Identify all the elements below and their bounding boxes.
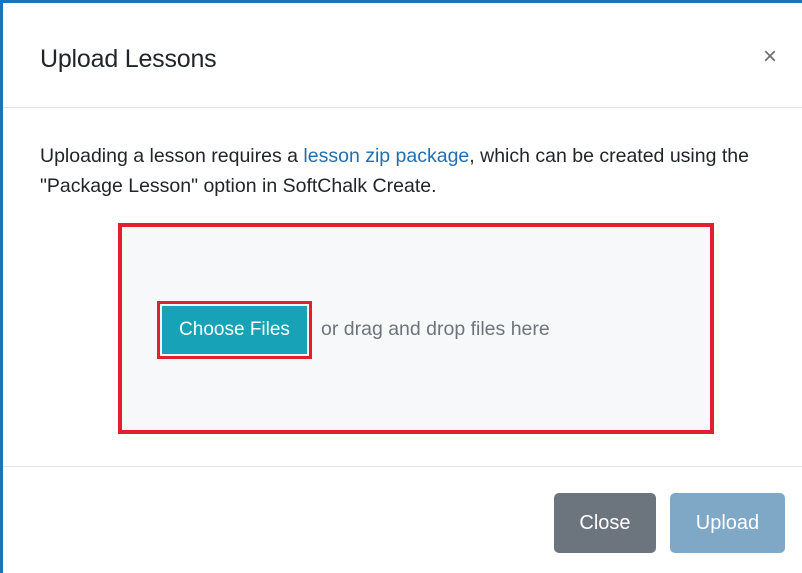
drag-drop-hint: or drag and drop files here — [321, 318, 550, 340]
description-prefix: Uploading a lesson requires a — [40, 145, 304, 167]
dialog-title: Upload Lessons — [40, 45, 217, 73]
dialog-footer: Close Upload — [3, 466, 802, 573]
file-dropzone[interactable]: Choose Files or drag and drop files here — [118, 223, 714, 434]
choose-files-highlight: Choose Files — [157, 301, 312, 359]
upload-button[interactable]: Upload — [670, 493, 785, 553]
choose-files-button[interactable]: Choose Files — [162, 306, 307, 354]
close-button[interactable]: Close — [554, 493, 656, 553]
upload-lessons-dialog: Upload Lessons × Uploading a lesson requ… — [0, 0, 802, 573]
description-text: Uploading a lesson requires a lesson zip… — [40, 141, 760, 201]
close-icon[interactable]: × — [763, 45, 777, 69]
dialog-header: Upload Lessons × — [3, 3, 802, 108]
dialog-body: Uploading a lesson requires a lesson zip… — [3, 108, 802, 466]
lesson-zip-package-link[interactable]: lesson zip package — [303, 145, 469, 167]
